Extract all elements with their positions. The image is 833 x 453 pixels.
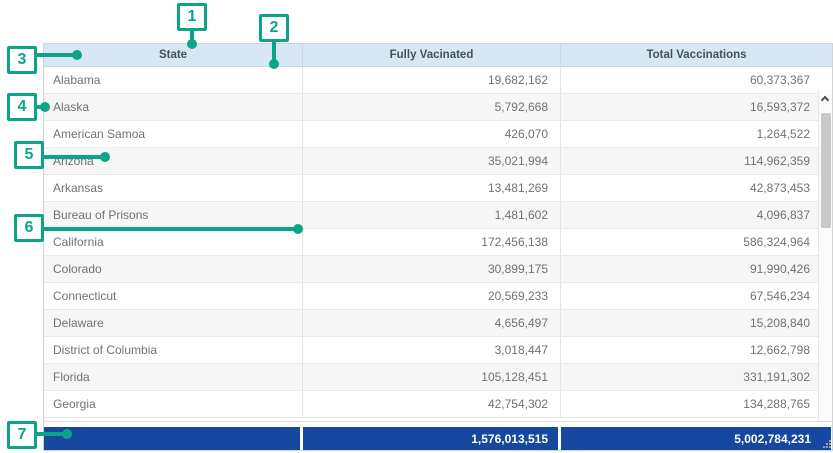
scroll-up-button[interactable]: [819, 92, 832, 106]
total-vaccinations-cell: 16,593,372: [561, 94, 832, 120]
state-cell: Colorado: [44, 256, 303, 282]
state-cell: Connecticut: [44, 283, 303, 309]
table-row[interactable]: Arizona 35,021,994 114,962,359: [44, 148, 832, 175]
callout-2-badge: 2: [259, 14, 289, 42]
total-vaccinations-cell: 134,288,765: [561, 391, 832, 417]
total-vaccinations-cell: 42,873,453: [561, 175, 832, 201]
fully-vacinated-cell: 426,070: [303, 121, 561, 147]
scrollbar-thumb[interactable]: [821, 113, 831, 228]
table-body: Alabama 19,682,162 60,373,367 Alaska 5,7…: [44, 67, 832, 422]
state-cell: Arkansas: [44, 175, 303, 201]
totals-row: 1,576,013,515 5,002,784,231: [44, 427, 831, 450]
fully-vacinated-cell: 30,899,175: [303, 256, 561, 282]
vaccinations-table: State Fully Vacinated Total Vaccinations…: [43, 43, 833, 451]
table-row[interactable]: Florida 105,128,451 331,191,302: [44, 364, 832, 391]
column-header-state[interactable]: State: [44, 44, 303, 66]
table-header-row: State Fully Vacinated Total Vaccinations: [44, 44, 832, 67]
table-row[interactable]: Bureau of Prisons 1,481,602 4,096,837: [44, 202, 832, 229]
fully-vacinated-cell: 1,481,602: [303, 202, 561, 228]
total-vaccinations-cell: 114,962,359: [561, 148, 832, 174]
fully-vacinated-cell: 105,128,451: [303, 364, 561, 390]
table-row[interactable]: Georgia 42,754,302 134,288,765: [44, 391, 832, 418]
callout-7-dot: [62, 429, 72, 439]
resize-grip-icon[interactable]: [823, 440, 832, 449]
callout-5-line: [43, 155, 107, 159]
column-header-total-vaccinations[interactable]: Total Vaccinations: [561, 44, 832, 66]
table-row[interactable]: Colorado 30,899,175 91,990,426: [44, 256, 832, 283]
fully-vacinated-cell: 19,682,162: [303, 67, 561, 93]
callout-1-dot: [187, 39, 197, 49]
callout-5-badge: 5: [14, 141, 44, 169]
callout-6-line: [43, 227, 300, 231]
callout-6-badge: 6: [14, 214, 44, 242]
vertical-scrollbar[interactable]: [818, 90, 832, 422]
callout-1-badge: 1: [177, 3, 207, 31]
total-vaccinations-cell: 4,096,837: [561, 202, 832, 228]
state-cell: District of Columbia: [44, 337, 303, 363]
callout-3-dot: [72, 50, 82, 60]
chevron-up-icon: [821, 96, 829, 104]
total-vaccinations-cell: 60,373,367: [561, 67, 832, 93]
table-row[interactable]: California 172,456,138 586,324,964: [44, 229, 832, 256]
table-row[interactable]: District of Columbia 3,018,447 12,662,79…: [44, 337, 832, 364]
table-row[interactable]: Alaska 5,792,668 16,593,372: [44, 94, 832, 121]
total-vaccinations-cell: 1,264,522: [561, 121, 832, 147]
total-vaccinations-cell: 67,546,234: [561, 283, 832, 309]
state-cell: Georgia: [44, 391, 303, 417]
state-cell: Florida: [44, 364, 303, 390]
column-header-fully-vacinated[interactable]: Fully Vacinated: [303, 44, 561, 66]
state-cell: Alabama: [44, 67, 303, 93]
state-cell: California: [44, 229, 303, 255]
callout-4-dot: [40, 102, 50, 112]
callout-4-badge: 4: [7, 93, 37, 121]
totals-total-vaccinations: 5,002,784,231: [561, 427, 831, 450]
table-row[interactable]: Connecticut 20,569,233 67,546,234: [44, 283, 832, 310]
total-vaccinations-cell: 586,324,964: [561, 229, 832, 255]
fully-vacinated-cell: 35,021,994: [303, 148, 561, 174]
totals-fully-vacinated: 1,576,013,515: [303, 427, 558, 450]
state-cell: Arizona: [44, 148, 303, 174]
state-cell: Delaware: [44, 310, 303, 336]
total-vaccinations-cell: 331,191,302: [561, 364, 832, 390]
fully-vacinated-cell: 5,792,668: [303, 94, 561, 120]
fully-vacinated-cell: 4,656,497: [303, 310, 561, 336]
fully-vacinated-cell: 3,018,447: [303, 337, 561, 363]
fully-vacinated-cell: 172,456,138: [303, 229, 561, 255]
total-vaccinations-cell: 15,208,840: [561, 310, 832, 336]
state-cell: American Samoa: [44, 121, 303, 147]
callout-6-dot: [293, 224, 303, 234]
total-vaccinations-cell: 12,662,798: [561, 337, 832, 363]
table-row[interactable]: Delaware 4,656,497 15,208,840: [44, 310, 832, 337]
state-cell: Bureau of Prisons: [44, 202, 303, 228]
fully-vacinated-cell: 20,569,233: [303, 283, 561, 309]
state-cell: Alaska: [44, 94, 303, 120]
fully-vacinated-cell: 42,754,302: [303, 391, 561, 417]
callout-2-dot: [269, 59, 279, 69]
callout-5-dot: [100, 152, 110, 162]
fully-vacinated-cell: 13,481,269: [303, 175, 561, 201]
callout-3-badge: 3: [7, 46, 37, 74]
table-row[interactable]: Alabama 19,682,162 60,373,367: [44, 67, 832, 94]
table-row[interactable]: Arkansas 13,481,269 42,873,453: [44, 175, 832, 202]
table-row[interactable]: American Samoa 426,070 1,264,522: [44, 121, 832, 148]
callout-7-badge: 7: [7, 421, 37, 449]
total-vaccinations-cell: 91,990,426: [561, 256, 832, 282]
totals-state-cell: [44, 427, 300, 450]
